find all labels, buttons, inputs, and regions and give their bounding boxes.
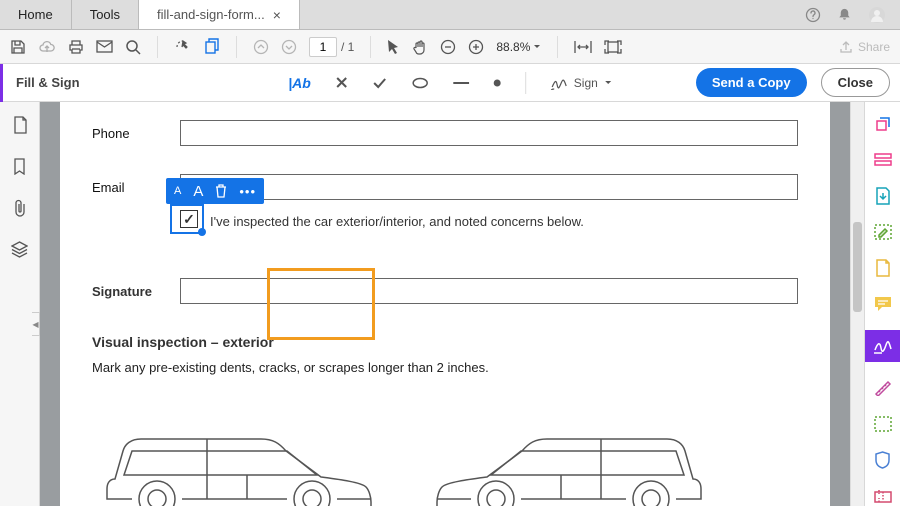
fit-page-icon[interactable] [604,40,622,54]
measure-icon[interactable] [873,378,893,398]
page-down-icon[interactable] [281,39,297,55]
bookmark-icon[interactable] [13,158,26,175]
zoom-dropdown[interactable]: 88.8% [496,40,541,54]
line-tool[interactable] [453,81,469,85]
tab-tools[interactable]: Tools [72,0,139,29]
collapse-left-icon[interactable]: ◀ [32,312,40,336]
annotation-toolbar: A A ••• [166,178,264,204]
print-icon[interactable] [68,39,84,55]
decrease-size-button[interactable]: A [174,185,181,197]
text-tool[interactable]: |Ab [288,75,311,91]
tab-home[interactable]: Home [0,0,72,29]
rotate-icon[interactable] [873,114,893,134]
fit-width-icon[interactable] [574,40,592,54]
circle-tool[interactable] [411,77,429,89]
send-copy-button[interactable]: Send a Copy [696,68,807,97]
fill-sign-bar: Fill & Sign |Ab Sign Send a Copy Close [0,64,900,102]
export-pdf-icon[interactable] [873,186,893,206]
fill-sign-rail-icon[interactable] [865,330,900,362]
right-tool-rail [864,102,900,506]
checkmark-annotation[interactable]: ✓ [180,210,198,228]
document-area: Phone Email A A ••• ✓ I've i [40,102,850,506]
comment-icon[interactable] [873,294,893,314]
share-icon [839,40,853,54]
close-button[interactable]: Close [821,68,890,97]
scrollbar-thumb[interactable] [853,222,862,312]
more-options-icon[interactable]: ••• [239,184,256,199]
car-side-left [92,409,382,506]
help-icon[interactable] [805,7,821,23]
tab-document[interactable]: fill-and-sign-form... × [139,0,300,29]
thumbnails-icon[interactable] [12,116,28,134]
form-icon[interactable] [873,150,893,170]
copy-icon[interactable] [204,38,220,55]
attachment-icon[interactable] [13,199,27,217]
x-mark-tool[interactable] [335,76,348,89]
tab-document-title: fill-and-sign-form... [157,7,265,22]
workspace: ◀ Phone Email A A ••• [0,102,900,506]
signature-label: Signature [92,284,180,299]
search-icon[interactable] [125,39,141,55]
selection-tool-icon[interactable] [174,38,192,56]
sign-tool[interactable]: Sign [550,76,612,90]
chevron-down-icon [533,43,541,51]
fill-sign-title: Fill & Sign [16,75,80,90]
sign-label: Sign [574,76,598,90]
share-label: Share [858,40,890,54]
checkmark-tool[interactable] [372,77,387,89]
share-button[interactable]: Share [839,40,890,54]
phone-label: Phone [92,126,180,141]
mail-icon[interactable] [96,40,113,54]
dot-tool[interactable] [493,79,501,87]
edit-pdf-icon[interactable] [873,222,893,242]
phone-field[interactable] [180,120,798,146]
left-nav-rail: ◀ [0,102,40,506]
protect-icon[interactable] [873,450,893,470]
layers-icon[interactable] [11,241,28,258]
user-avatar-icon[interactable] [868,6,886,24]
tab-tools-label: Tools [90,7,120,22]
inspect-checkbox[interactable]: A A ••• ✓ [180,210,202,232]
section-desc: Mark any pre-existing dents, cracks, or … [92,360,798,375]
signature-field[interactable] [180,278,798,304]
page-indicator: / 1 [309,37,354,57]
main-toolbar: / 1 88.8% Share [0,30,900,64]
window-controls [791,0,900,29]
accent-stripe [0,64,3,102]
inspect-text: I've inspected the car exterior/interior… [210,214,584,229]
create-pdf-icon[interactable] [873,258,893,278]
fill-sign-tools: |Ab Sign [288,72,612,94]
pdf-page[interactable]: Phone Email A A ••• ✓ I've i [60,102,830,506]
close-tab-icon[interactable]: × [273,7,281,23]
organize-icon[interactable] [873,414,893,434]
car-side-right [426,409,716,506]
compress-icon[interactable] [873,486,893,506]
delete-annotation-icon[interactable] [215,184,227,198]
save-icon[interactable] [10,39,26,55]
bell-icon[interactable] [837,7,852,22]
car-diagrams [92,409,798,506]
cloud-icon[interactable] [38,39,56,55]
page-total-label: / 1 [341,40,354,54]
tab-home-label: Home [18,7,53,22]
zoom-in-icon[interactable] [468,39,484,55]
increase-size-button[interactable]: A [193,183,203,200]
zoom-out-icon[interactable] [440,39,456,55]
resize-handle[interactable] [198,228,206,236]
tabs-bar: Home Tools fill-and-sign-form... × [0,0,900,30]
page-up-icon[interactable] [253,39,269,55]
section-title: Visual inspection – exterior [92,334,798,350]
page-current-input[interactable] [309,37,337,57]
pointer-icon[interactable] [387,39,400,55]
vertical-scrollbar[interactable] [850,102,864,506]
email-field[interactable] [180,174,798,200]
zoom-level-label: 88.8% [496,40,530,54]
hand-icon[interactable] [412,39,428,55]
